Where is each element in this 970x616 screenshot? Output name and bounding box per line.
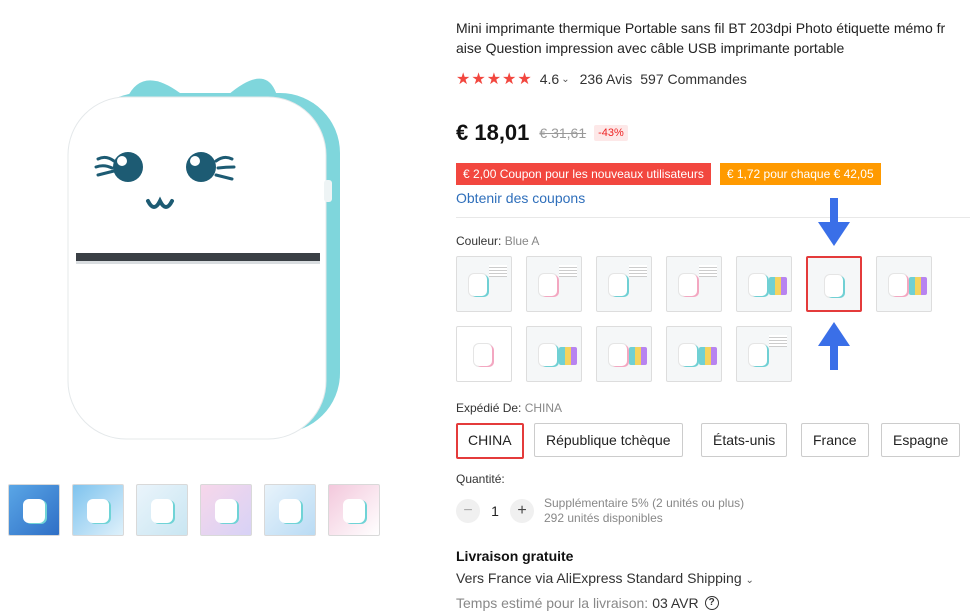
thumbnail-5[interactable] — [264, 484, 316, 536]
coupon-row: € 2,00 Coupon pour les nouveaux utilisat… — [456, 163, 881, 185]
paper-icon — [699, 265, 717, 277]
ship-from-france-button[interactable]: France — [801, 423, 869, 457]
new-user-coupon[interactable]: € 2,00 Coupon pour les nouveaux utilisat… — [456, 163, 711, 185]
color-option-blue-rolls[interactable] — [736, 256, 792, 312]
ship-from-label: Expédié De: — [456, 401, 522, 415]
color-option-blue-single[interactable] — [736, 326, 792, 382]
increase-quantity-button[interactable]: + — [510, 499, 534, 523]
bulk-discount-text: Supplémentaire 5% (2 unités ou plus) — [544, 496, 745, 510]
price-row: € 18,01 € 31,61 -43% — [456, 120, 628, 146]
delivery-method-text: Vers France via AliExpress Standard Ship… — [456, 570, 742, 586]
color-option-blue-paper-box[interactable] — [596, 256, 652, 312]
paper-rolls-icon — [699, 347, 717, 365]
chevron-down-icon[interactable]: ⌄ — [561, 74, 569, 85]
quantity-label: Quantité: — [456, 472, 505, 486]
paper-icon — [489, 265, 507, 277]
paper-rolls-icon — [629, 347, 647, 365]
printer-icon — [679, 344, 697, 366]
reviews-count[interactable]: 236 Avis — [580, 71, 633, 87]
delivery-eta: Temps estimé pour la livraison: 03 AVR ? — [456, 595, 719, 611]
quantity-value[interactable]: 1 — [480, 503, 510, 519]
main-product-image[interactable] — [40, 55, 380, 455]
printer-icon — [889, 274, 907, 296]
quantity-stepper: − 1 + Supplémentaire 5% (2 unités ou plu… — [456, 496, 744, 526]
paper-icon — [559, 265, 577, 277]
printer-icon — [749, 344, 767, 366]
divider — [456, 217, 970, 218]
eta-date: 03 AVR — [652, 595, 699, 611]
printer-icon — [679, 274, 697, 296]
rating-row: ★★★★★ 4.6 ⌄ 236 Avis 597 Commandes — [456, 69, 747, 89]
printer-icon — [609, 274, 627, 296]
arrow-up-icon — [818, 322, 850, 370]
color-option-pink-paper-box[interactable] — [666, 256, 722, 312]
thumbnail-1[interactable] — [8, 484, 60, 536]
decrease-quantity-button[interactable]: − — [456, 499, 480, 523]
product-title-line-2: aise Question impression avec câble USB … — [456, 40, 845, 56]
paper-icon — [629, 265, 647, 277]
available-units-text: 292 unités disponibles — [544, 511, 663, 525]
eta-label: Temps estimé pour la livraison: — [456, 595, 649, 611]
paper-rolls-icon — [559, 347, 577, 365]
thumbnail-2[interactable] — [72, 484, 124, 536]
ship-from-usa-button[interactable]: États-unis — [701, 423, 788, 457]
color-option-pink-paper[interactable] — [526, 256, 582, 312]
color-option-pink-rolls[interactable] — [876, 256, 932, 312]
printer-icon — [474, 344, 492, 366]
ship-from-spain-button[interactable]: Espagne — [881, 423, 961, 457]
ship-from-selected-value: CHINA — [524, 401, 563, 415]
help-icon[interactable]: ? — [704, 596, 719, 610]
product-title: Mini imprimante thermique Portable sans … — [456, 18, 970, 58]
chevron-down-icon: ⌄ — [745, 575, 754, 586]
color-option-pink-rolls-2[interactable] — [596, 326, 652, 382]
printer-icon — [539, 274, 557, 296]
printer-icon — [825, 275, 843, 297]
ship-from-label-row: Expédié De: CHINA — [456, 401, 562, 415]
ship-from-china-button[interactable]: CHINA — [456, 423, 524, 459]
color-option-blue-rolls-2[interactable] — [526, 326, 582, 382]
color-label-row: Couleur: Blue A — [456, 234, 539, 248]
star-rating-icon: ★★★★★ — [456, 71, 533, 88]
orders-count: 597 Commandes — [640, 71, 747, 87]
quantity-info: Supplémentaire 5% (2 unités ou plus) 292… — [544, 496, 744, 526]
paper-icon — [769, 335, 787, 347]
product-title-line-1: Mini imprimante thermique Portable sans … — [456, 20, 946, 36]
color-selected-value: Blue A — [504, 234, 540, 248]
original-price: € 31,61 — [539, 125, 587, 141]
get-coupons-link[interactable]: Obtenir des coupons — [456, 190, 585, 206]
printer-icon — [539, 344, 557, 366]
color-label: Couleur: — [456, 234, 502, 248]
delivery-title: Livraison gratuite — [456, 548, 574, 564]
color-option-blue-a[interactable] — [806, 256, 862, 312]
ship-from-czech-button[interactable]: République tchèque — [534, 423, 683, 457]
threshold-coupon[interactable]: € 1,72 pour chaque € 42,05 — [719, 163, 881, 185]
paper-rolls-icon — [769, 277, 787, 295]
thumbnail-4[interactable] — [200, 484, 252, 536]
current-price: € 18,01 — [456, 120, 530, 145]
thumbnail-6[interactable] — [328, 484, 380, 536]
color-option-blue-rolls-3[interactable] — [666, 326, 722, 382]
delivery-method[interactable]: Vers France via AliExpress Standard Ship… — [456, 570, 754, 586]
thumbnail-strip — [8, 484, 380, 536]
color-option-blue-paper[interactable] — [456, 256, 512, 312]
thumbnail-3[interactable] — [136, 484, 188, 536]
discount-badge: -43% — [594, 125, 628, 141]
printer-icon — [469, 274, 487, 296]
printer-icon — [609, 344, 627, 366]
rating-value[interactable]: 4.6 — [540, 71, 559, 87]
color-option-pink-b[interactable] — [456, 326, 512, 382]
printer-icon — [749, 274, 767, 296]
paper-rolls-icon — [909, 277, 927, 295]
arrow-down-icon — [818, 198, 850, 246]
